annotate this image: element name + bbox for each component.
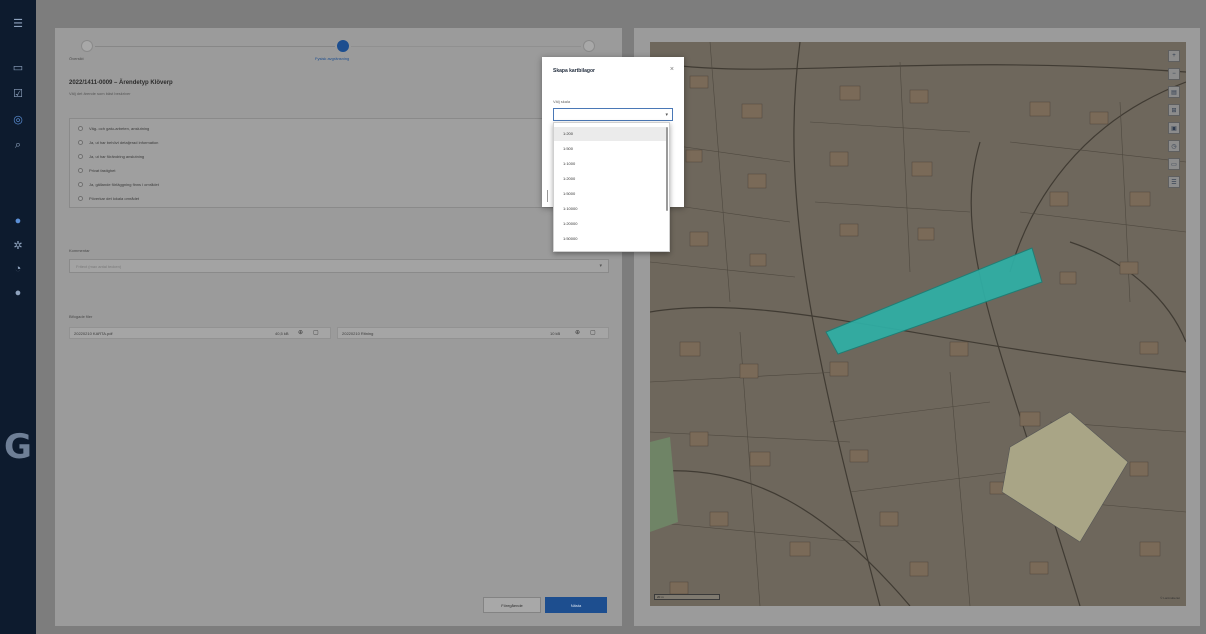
scale-option[interactable]: 1:10000 [554,202,667,216]
case-title: 2022/1411-0009 – Ärendetyp Klöverp [69,80,173,86]
delete-icon[interactable]: ▢ [313,329,319,336]
radio-icon[interactable] [78,139,83,145]
measure-icon[interactable]: ⊞ [1168,104,1180,116]
reason-option[interactable]: Privat fastighet [78,165,115,175]
scale-option[interactable]: 1:500 [554,142,667,156]
radio-icon[interactable] [78,181,83,187]
zoom-in-icon[interactable]: + [1168,50,1180,62]
user-icon[interactable]: ● [9,284,27,302]
download-icon[interactable]: ⊕ [298,329,303,336]
selected-area[interactable] [825,247,1043,355]
comment-field[interactable]: Fritext (max antal tecken) ▾ [69,259,609,273]
search-icon[interactable]: ⌕ [9,136,27,154]
step-1-label: Översikt [69,56,84,61]
download-icon[interactable]: ⊕ [575,329,580,336]
chevron-down-icon: ▾ [665,112,668,118]
stepper: Översikt Fysisk avgränsning [69,38,609,68]
scale-option[interactable]: 1:2000 [554,172,667,186]
menu-icon[interactable]: ☰ [9,14,27,32]
scale-select[interactable]: ▾ [553,108,673,121]
map-attribution: © Lantmäteriet [1160,596,1180,600]
radio-icon[interactable] [78,195,83,201]
checklist-icon[interactable]: ☑ [9,84,27,102]
previous-button[interactable]: Föregående [483,597,541,613]
help-icon[interactable]: ◔ [9,260,27,278]
comment-placeholder: Fritext (max antal tecken) [76,264,122,269]
attachment-size: 10 kB [550,331,561,336]
map-toolbar: + − ▤ ⊞ ▣ ◷ ▭ ☰ [1168,50,1182,194]
step-1-dot[interactable] [81,40,93,52]
dropdown-scrollbar[interactable] [666,127,668,211]
sidebar: ☰ ▭ ☑ ◎ ⌕ ● ✲ ◔ ● G [0,0,36,634]
attachment-row[interactable]: 20220210 Ritning 10 kB ⊕ ▢ [337,327,609,339]
close-icon[interactable]: × [670,66,674,73]
radio-icon[interactable] [78,125,83,131]
scale-option[interactable]: 1:50000 [554,232,667,246]
layers-icon[interactable]: ▤ [1168,86,1180,98]
radio-icon[interactable] [78,167,83,173]
attachment-name: 20220210 Ritning [342,331,374,336]
highlighted-plot [1001,411,1129,543]
reason-option[interactable]: Väg- och gatu-arbeten, anslutning [78,123,149,133]
clock-icon[interactable]: ◷ [1168,140,1180,152]
step-connector [95,46,335,47]
attachment-name: 20220210 KARTA.pdf [74,331,113,336]
document-icon[interactable]: ▭ [9,58,27,76]
app-window: ☰ ▭ ☑ ◎ ⌕ ● ✲ ◔ ● G Översikt Fysisk avgr… [0,0,1206,634]
scale-option[interactable]: 1:5000 [554,187,667,201]
map-panel: + − ▤ ⊞ ▣ ◷ ▭ ☰ 20 m © Lantmäteriet [634,28,1200,626]
zoom-out-icon[interactable]: − [1168,68,1180,80]
reason-options: Väg- och gatu-arbeten, anslutning Ja, ut… [69,118,609,208]
scale-dropdown: 1:200 1:500 1:1000 1:2000 1:5000 1:10000… [553,122,670,252]
case-subtitle: Välj det ärende som bäst beskriver [69,91,131,96]
reason-option[interactable]: Pöverkar det lokala området [78,193,139,203]
chevron-down-icon: ▾ [599,263,602,269]
comment-label: Kommentar [69,248,90,253]
attachments-label: Bifogade filer [69,314,93,319]
radio-icon[interactable] [78,153,83,159]
step-connector [351,46,581,47]
scale-option[interactable]: 1:20000 [554,217,667,231]
attachment-size: 40,5 kB [275,331,289,336]
dialog-title: Skapa kartbilagor [553,68,595,74]
reason-option[interactable]: Ja, ut har förändring anslutning [78,151,144,161]
green-area [650,437,678,532]
print-icon[interactable]: ▭ [1168,158,1180,170]
attachment-row[interactable]: 20220210 KARTA.pdf 40,5 kB ⊕ ▢ [69,327,331,339]
scale-bar: 20 m [654,594,720,600]
scale-option[interactable]: 1:1000 [554,157,667,171]
scale-label: Välj skala [553,99,571,104]
map-pin-icon[interactable]: ◎ [9,110,27,128]
map-canvas [650,42,1186,606]
scale-option[interactable]: 1:200 [554,127,667,141]
step-3-dot[interactable] [583,40,595,52]
property-map[interactable]: + − ▤ ⊞ ▣ ◷ ▭ ☰ 20 m © Lantmäteriet [650,42,1186,606]
circle-icon[interactable]: ● [9,212,27,230]
step-2-label: Fysisk avgränsning [315,56,350,61]
reason-option[interactable]: Ja, ut har behövt detaljerad information [78,137,158,147]
settings-icon[interactable]: ✲ [9,236,27,254]
reason-option[interactable]: Ja, gällande förläggning finns i området [78,179,159,189]
next-button[interactable]: Nästa [545,597,607,613]
delete-icon[interactable]: ▢ [590,329,596,336]
step-2-dot[interactable] [337,40,349,52]
brand-logo: G [4,427,32,467]
legend-icon[interactable]: ☰ [1168,176,1180,188]
draw-icon[interactable]: ▣ [1168,122,1180,134]
case-form-panel: Översikt Fysisk avgränsning 2022/1411-00… [55,28,622,626]
